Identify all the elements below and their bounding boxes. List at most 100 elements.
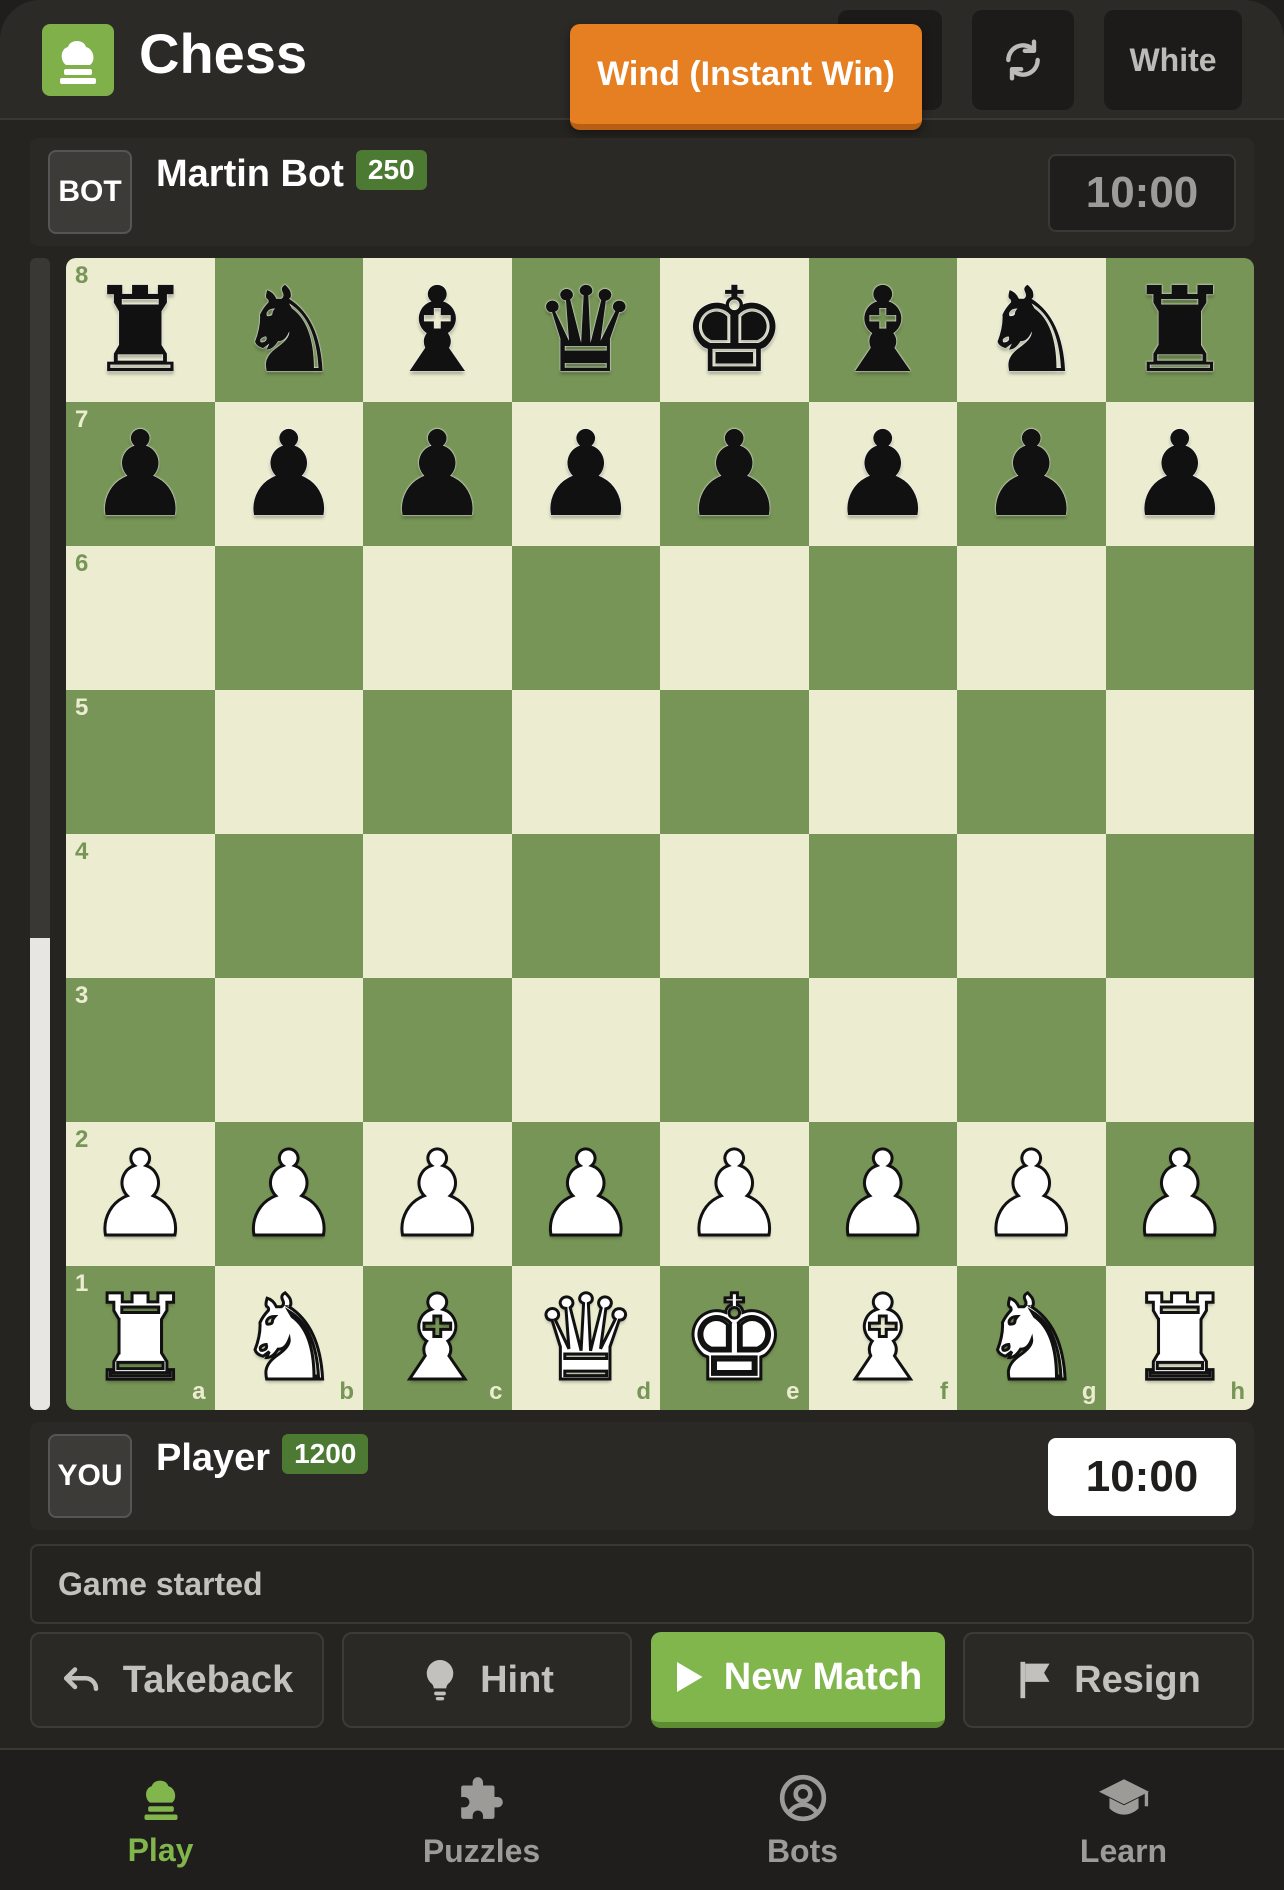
black-pawn-icon[interactable]: ♟: [830, 415, 936, 533]
square-g3[interactable]: [957, 978, 1106, 1122]
white-pawn-icon[interactable]: ♟: [828, 1134, 937, 1255]
square-e2[interactable]: ♟: [660, 1122, 809, 1266]
white-bishop-icon[interactable]: ♝: [383, 1278, 492, 1399]
square-a2[interactable]: 2 ♟: [66, 1122, 215, 1266]
black-knight-icon[interactable]: ♞: [978, 271, 1084, 389]
white-pawn-icon[interactable]: ♟: [531, 1134, 640, 1255]
square-h5[interactable]: [1105, 690, 1254, 834]
square-e3[interactable]: [660, 978, 809, 1122]
white-queen-icon[interactable]: ♛: [531, 1278, 640, 1399]
square-b6[interactable]: [214, 546, 363, 690]
nav-learn[interactable]: Learn: [963, 1750, 1284, 1890]
square-h1[interactable]: h ♜: [1105, 1266, 1254, 1410]
takeback-button[interactable]: Takeback: [30, 1632, 324, 1728]
square-d6[interactable]: [511, 546, 660, 690]
square-d8[interactable]: ♛: [511, 258, 660, 402]
white-pawn-icon[interactable]: ♟: [1125, 1134, 1234, 1255]
square-f7[interactable]: ♟: [808, 402, 957, 546]
hint-button[interactable]: Hint: [342, 1632, 632, 1728]
square-c1[interactable]: c ♝: [363, 1266, 512, 1410]
square-e4[interactable]: [660, 834, 809, 978]
square-f4[interactable]: [808, 834, 957, 978]
black-pawn-icon[interactable]: ♟: [978, 415, 1084, 533]
square-h8[interactable]: ♜: [1105, 258, 1254, 402]
nav-bots[interactable]: Bots: [642, 1750, 963, 1890]
chess-board[interactable]: 8 ♜ ♞ ♝ ♛ ♚ ♝ ♞ ♜ 7 ♟ ♟ ♟ ♟ ♟ ♟ ♟ ♟ 6 5 4 3 2 ♟ ♟ ♟ ♟ ♟ ♟ ♟ ♟ 1 a ♜ b ♞ c ♝ d ♛…: [66, 258, 1254, 1410]
square-c7[interactable]: ♟: [363, 402, 512, 546]
square-f5[interactable]: [808, 690, 957, 834]
black-pawn-icon[interactable]: ♟: [533, 415, 639, 533]
square-h4[interactable]: [1105, 834, 1254, 978]
new-match-button[interactable]: New Match: [651, 1632, 945, 1728]
square-a6[interactable]: 6: [66, 546, 215, 690]
square-e1[interactable]: e ♚: [660, 1266, 809, 1410]
square-c2[interactable]: ♟: [363, 1122, 512, 1266]
wind-instant-win-button[interactable]: Wind (Instant Win): [570, 24, 922, 130]
square-a3[interactable]: 3: [66, 978, 215, 1122]
white-pawn-icon[interactable]: ♟: [977, 1134, 1086, 1255]
square-b3[interactable]: [214, 978, 363, 1122]
square-c4[interactable]: [363, 834, 512, 978]
black-pawn-icon[interactable]: ♟: [681, 415, 787, 533]
square-g8[interactable]: ♞: [957, 258, 1106, 402]
square-d1[interactable]: d ♛: [511, 1266, 660, 1410]
white-pawn-icon[interactable]: ♟: [86, 1134, 195, 1255]
square-b1[interactable]: b ♞: [214, 1266, 363, 1410]
black-pawn-icon[interactable]: ♟: [384, 415, 490, 533]
square-f6[interactable]: [808, 546, 957, 690]
white-pawn-icon[interactable]: ♟: [680, 1134, 789, 1255]
square-g4[interactable]: [957, 834, 1106, 978]
white-rook-icon[interactable]: ♜: [86, 1278, 195, 1399]
square-g6[interactable]: [957, 546, 1106, 690]
side-color-button[interactable]: White: [1104, 10, 1242, 110]
nav-play[interactable]: Play: [0, 1750, 321, 1890]
black-king-icon[interactable]: ♚: [681, 271, 787, 389]
square-c8[interactable]: ♝: [363, 258, 512, 402]
white-pawn-icon[interactable]: ♟: [383, 1134, 492, 1255]
black-pawn-icon[interactable]: ♟: [236, 415, 342, 533]
square-b2[interactable]: ♟: [214, 1122, 363, 1266]
square-f8[interactable]: ♝: [808, 258, 957, 402]
square-h3[interactable]: [1105, 978, 1254, 1122]
square-e7[interactable]: ♟: [660, 402, 809, 546]
black-rook-icon[interactable]: ♜: [87, 271, 193, 389]
square-b8[interactable]: ♞: [214, 258, 363, 402]
white-knight-icon[interactable]: ♞: [977, 1278, 1086, 1399]
square-b7[interactable]: ♟: [214, 402, 363, 546]
square-g7[interactable]: ♟: [957, 402, 1106, 546]
white-king-icon[interactable]: ♚: [680, 1278, 789, 1399]
square-b4[interactable]: [214, 834, 363, 978]
square-d5[interactable]: [511, 690, 660, 834]
square-d3[interactable]: [511, 978, 660, 1122]
square-c3[interactable]: [363, 978, 512, 1122]
square-b5[interactable]: [214, 690, 363, 834]
square-g5[interactable]: [957, 690, 1106, 834]
black-bishop-icon[interactable]: ♝: [384, 271, 490, 389]
square-g2[interactable]: ♟: [957, 1122, 1106, 1266]
square-e8[interactable]: ♚: [660, 258, 809, 402]
white-knight-icon[interactable]: ♞: [234, 1278, 343, 1399]
black-bishop-icon[interactable]: ♝: [830, 271, 936, 389]
resign-button[interactable]: Resign: [963, 1632, 1254, 1728]
black-pawn-icon[interactable]: ♟: [1127, 415, 1233, 533]
square-f2[interactable]: ♟: [808, 1122, 957, 1266]
square-a4[interactable]: 4: [66, 834, 215, 978]
square-d2[interactable]: ♟: [511, 1122, 660, 1266]
square-h6[interactable]: [1105, 546, 1254, 690]
square-c5[interactable]: [363, 690, 512, 834]
flip-board-button[interactable]: [972, 10, 1074, 110]
white-bishop-icon[interactable]: ♝: [828, 1278, 937, 1399]
black-rook-icon[interactable]: ♜: [1127, 271, 1233, 389]
black-queen-icon[interactable]: ♛: [533, 271, 639, 389]
square-a1[interactable]: 1 a ♜: [66, 1266, 215, 1410]
square-e5[interactable]: [660, 690, 809, 834]
square-e6[interactable]: [660, 546, 809, 690]
square-g1[interactable]: g ♞: [957, 1266, 1106, 1410]
black-knight-icon[interactable]: ♞: [236, 271, 342, 389]
square-c6[interactable]: [363, 546, 512, 690]
nav-puzzles[interactable]: Puzzles: [321, 1750, 642, 1890]
white-pawn-icon[interactable]: ♟: [234, 1134, 343, 1255]
square-d4[interactable]: [511, 834, 660, 978]
white-rook-icon[interactable]: ♜: [1125, 1278, 1234, 1399]
square-f1[interactable]: f ♝: [808, 1266, 957, 1410]
